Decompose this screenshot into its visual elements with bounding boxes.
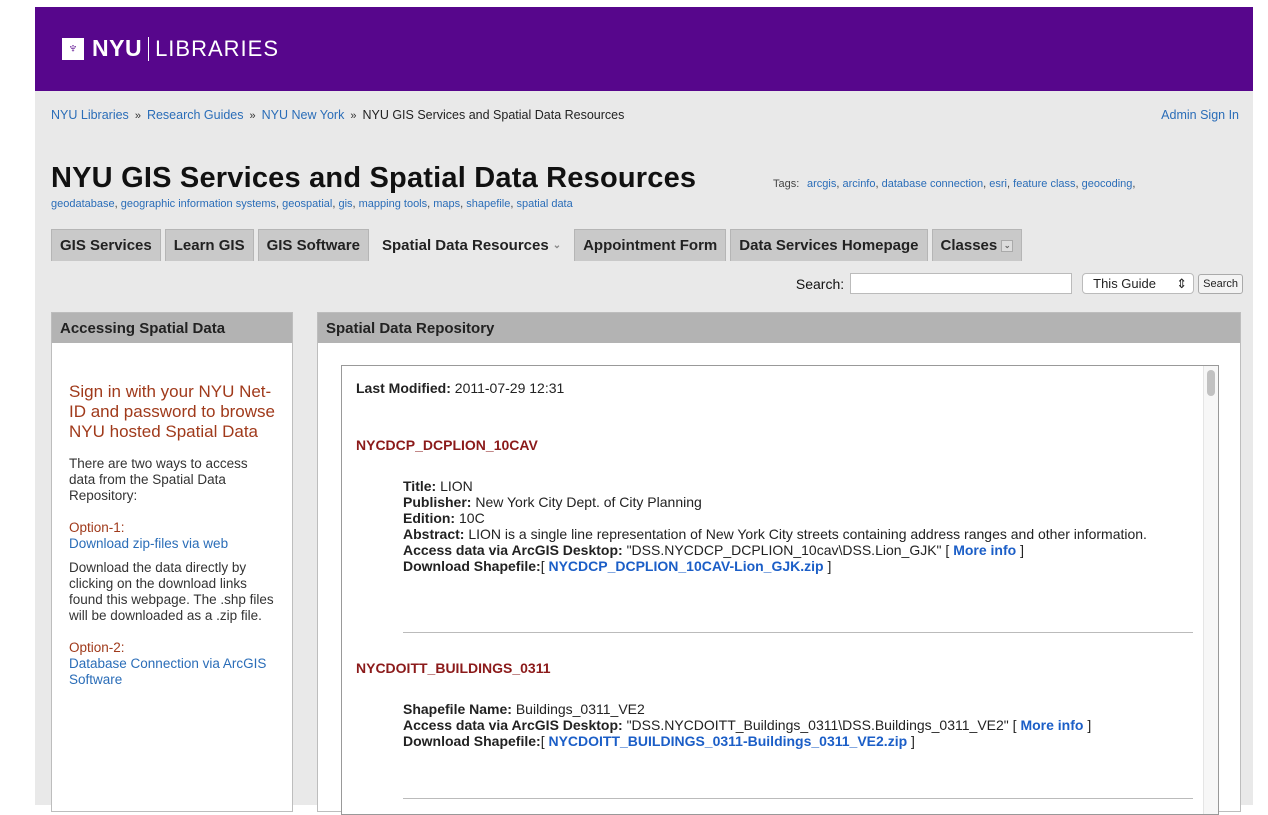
accessing-spatial-data-box: Accessing Spatial Data Sign in with your… <box>51 312 293 812</box>
vertical-scrollbar[interactable] <box>1203 366 1218 814</box>
tag-link[interactable]: geocoding <box>1082 178 1133 190</box>
tab-gis-software[interactable]: GIS Software <box>257 229 369 261</box>
tag-link[interactable]: maps <box>433 198 460 210</box>
record-heading: NYCDCP_DCPLION_10CAV <box>356 437 538 453</box>
breadcrumb-separator: » <box>134 110 141 122</box>
more-info-link[interactable]: More info <box>953 542 1016 558</box>
tab-label: GIS Services <box>60 237 152 254</box>
option-1-description: Download the data directly by clicking o… <box>69 560 274 623</box>
option-2-link[interactable]: Database Connection via ArcGIS Software <box>69 656 266 687</box>
tag-link[interactable]: arcgis <box>807 178 836 190</box>
guide-tabs: GIS Services Learn GIS GIS Software Spat… <box>51 229 1026 261</box>
guide-search: Search: This Guide ⇕ Search <box>796 273 1243 294</box>
tag-link[interactable]: database connection <box>882 178 984 190</box>
intro-text: There are two ways to access data from t… <box>69 456 248 503</box>
tag-link[interactable]: geodatabase <box>51 198 115 210</box>
record-details: Shapefile Name: Buildings_0311_VE2 Acces… <box>403 701 1092 749</box>
tag-link[interactable]: shapefile <box>466 198 510 210</box>
divider <box>403 632 1193 633</box>
divider <box>403 798 1193 799</box>
search-button[interactable]: Search <box>1198 273 1243 294</box>
breadcrumb-nyu-libraries[interactable]: NYU Libraries <box>51 108 129 122</box>
tab-gis-services[interactable]: GIS Services <box>51 229 161 261</box>
breadcrumb: NYU Libraries » Research Guides » NYU New Yo… <box>51 108 624 122</box>
tab-label: Classes <box>940 237 998 254</box>
tab-spatial-data-resources[interactable]: Spatial Data Resources ⌄ <box>372 229 571 261</box>
option-1-label: Option-1: <box>69 520 125 535</box>
box-title: Accessing Spatial Data <box>52 313 292 343</box>
spatial-data-repository-box: Spatial Data Repository Last Modified: 2… <box>317 312 1241 815</box>
record-heading: NYCDOITT_BUILDINGS_0311 <box>356 660 551 676</box>
option-1: Option-1: Download zip-files via web <box>69 520 276 552</box>
tags-line-2: geodatabase, geographic information syst… <box>51 198 573 210</box>
scrollbar-thumb[interactable] <box>1207 370 1215 396</box>
option-2: Option-2: Database Connection via ArcGIS… <box>69 640 276 688</box>
breadcrumb-research-guides[interactable]: Research Guides <box>147 108 244 122</box>
search-scope-value: This Guide <box>1093 276 1157 291</box>
tab-appointment-form[interactable]: Appointment Form <box>574 229 727 261</box>
tab-data-services-homepage[interactable]: Data Services Homepage <box>730 229 928 261</box>
search-scope-select[interactable]: This Guide ⇕ <box>1082 273 1195 294</box>
search-input[interactable] <box>850 273 1073 294</box>
tab-learn-gis[interactable]: Learn GIS <box>164 229 254 261</box>
repository-iframe[interactable]: Last Modified: 2011-07-29 12:31 NYCDCP_D… <box>341 365 1219 815</box>
last-modified-label: Last Modified: <box>356 380 451 396</box>
chevron-down-icon[interactable]: ⌄ <box>553 240 561 251</box>
record-details: Title: LION Publisher: New York City Dep… <box>403 478 1147 574</box>
sign-in-prompt: Sign in with your NYU Net-ID and passwor… <box>69 382 275 441</box>
tag-link[interactable]: spatial data <box>516 198 572 210</box>
tag-link[interactable]: geospatial <box>282 198 332 210</box>
tags-line-1: arcgis, arcinfo, database connection, es… <box>807 178 1136 190</box>
breadcrumb-current: NYU GIS Services and Spatial Data Resour… <box>362 108 625 122</box>
breadcrumb-separator: » <box>249 110 256 122</box>
tab-label: GIS Software <box>266 237 360 254</box>
download-shapefile-link[interactable]: NYCDCP_DCPLION_10CAV-Lion_GJK.zip <box>548 558 823 574</box>
tab-classes[interactable]: Classes ⌄ <box>931 229 1023 261</box>
download-shapefile-link[interactable]: NYCDOITT_BUILDINGS_0311-Buildings_0311_V… <box>548 733 907 749</box>
option-1-link[interactable]: Download zip-files via web <box>69 536 228 551</box>
chevron-down-icon[interactable]: ⌄ <box>1001 239 1014 252</box>
tag-link[interactable]: geographic information systems <box>121 198 276 210</box>
search-label: Search: <box>795 275 845 292</box>
tag-link[interactable]: esri <box>989 178 1007 190</box>
last-modified-value: 2011-07-29 12:31 <box>454 380 565 396</box>
tag-link[interactable]: feature class <box>1013 178 1075 190</box>
tab-label: Learn GIS <box>173 237 245 254</box>
select-arrows-icon: ⇕ <box>1176 275 1188 291</box>
tab-label: Data Services Homepage <box>739 237 919 254</box>
tab-label: Spatial Data Resources <box>381 237 549 254</box>
option-2-label: Option-2: <box>69 640 125 655</box>
tag-link[interactable]: gis <box>338 198 352 210</box>
more-info-link[interactable]: More info <box>1020 717 1083 733</box>
breadcrumb-nyu-new-york[interactable]: NYU New York <box>262 108 345 122</box>
tab-label: Appointment Form <box>583 237 718 254</box>
tag-link[interactable]: arcinfo <box>842 178 875 190</box>
breadcrumb-separator: » <box>350 110 357 122</box>
content-wrapper: NYU Libraries » Research Guides » NYU New Yo… <box>35 7 1253 815</box>
admin-sign-in-link[interactable]: Admin Sign In <box>1161 108 1239 122</box>
page-title: NYU GIS Services and Spatial Data Resour… <box>51 162 697 194</box>
tag-link[interactable]: mapping tools <box>359 198 428 210</box>
last-modified: Last Modified: 2011-07-29 12:31 <box>356 380 564 396</box>
tags-label: Tags: <box>773 178 800 190</box>
box-title: Spatial Data Repository <box>318 313 1240 343</box>
